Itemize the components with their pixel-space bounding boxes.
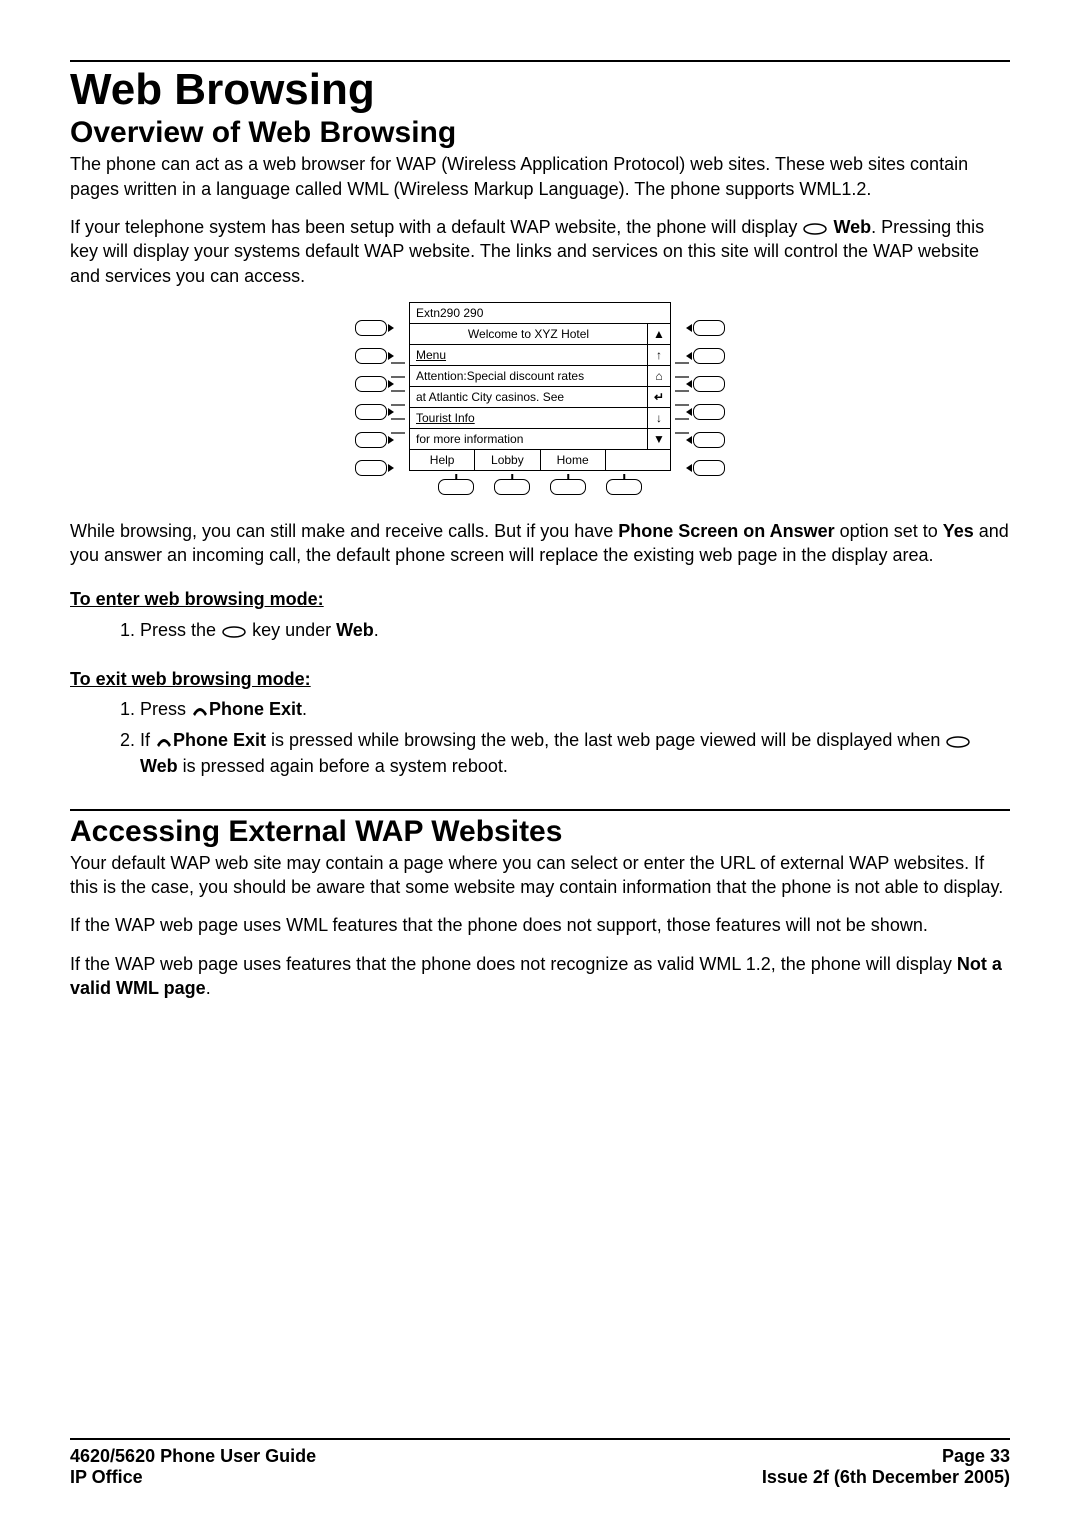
side-button-left bbox=[355, 320, 387, 336]
exit-heading: To exit web browsing mode: bbox=[70, 667, 1010, 691]
p3-a: While browsing, you can still make and r… bbox=[70, 521, 618, 541]
bottom-soft-buttons bbox=[409, 471, 671, 495]
p2-web: Web bbox=[833, 217, 871, 237]
enter-heading: To enter web browsing mode: bbox=[70, 587, 1010, 611]
side-button-right bbox=[693, 404, 725, 420]
p3-b: option set to bbox=[835, 521, 943, 541]
section2-heading: Accessing External WAP Websites bbox=[70, 815, 1010, 849]
enter-steps: Press the key under Web. bbox=[70, 618, 1010, 643]
phone-icon bbox=[191, 702, 209, 718]
side-button-left bbox=[355, 376, 387, 392]
scroll-page-up-icon: ▲ bbox=[648, 324, 670, 345]
screen-menu: Menu bbox=[410, 345, 647, 366]
side-button-right bbox=[693, 432, 725, 448]
screen-line1: Attention:Special discount rates bbox=[410, 366, 647, 387]
soft-button bbox=[550, 479, 586, 495]
exit-step-1: Press Phone Exit. bbox=[140, 697, 1010, 722]
soft-key-icon bbox=[221, 625, 247, 639]
left-side-buttons bbox=[355, 314, 387, 482]
screen-scrollbar: ▲ ↑ ⌂ ↵ ↓ ▼ bbox=[647, 324, 670, 449]
footer-left1: 4620/5620 Phone User Guide bbox=[70, 1446, 316, 1467]
side-button-right bbox=[693, 376, 725, 392]
soft-button bbox=[438, 479, 474, 495]
scroll-up-icon: ↑ bbox=[648, 345, 670, 366]
exit-steps: Press Phone Exit. If Phone Exit is press… bbox=[70, 697, 1010, 779]
page-title: Web Browsing bbox=[70, 66, 1010, 114]
softkey-lobby: Lobby bbox=[475, 450, 540, 470]
screen-title: Extn290 290 bbox=[410, 303, 670, 324]
enter-step-1: Press the key under Web. bbox=[140, 618, 1010, 643]
phone-diagram: Extn290 290 Welcome to XYZ Hotel Menu At… bbox=[70, 302, 1010, 495]
right-side-buttons bbox=[693, 314, 725, 482]
softkey-row: Help Lobby Home bbox=[410, 449, 670, 470]
footer-right1: Page 33 bbox=[762, 1446, 1010, 1467]
screen-line2: at Atlantic City casinos. See bbox=[410, 387, 647, 408]
softkey-home: Home bbox=[541, 450, 606, 470]
p2-a: If your telephone system has been setup … bbox=[70, 217, 802, 237]
side-button-left bbox=[355, 432, 387, 448]
scroll-page-down-icon: ▼ bbox=[648, 429, 670, 449]
softkey-blank bbox=[606, 450, 670, 470]
side-button-right bbox=[693, 460, 725, 476]
side-button-right bbox=[693, 320, 725, 336]
soft-button bbox=[606, 479, 642, 495]
screen-welcome: Welcome to XYZ Hotel bbox=[410, 324, 647, 345]
screen-more: for more information bbox=[410, 429, 647, 449]
back-icon: ↵ bbox=[648, 387, 670, 408]
p3-yes: Yes bbox=[943, 521, 974, 541]
footer-right2: Issue 2f (6th December 2005) bbox=[762, 1467, 1010, 1488]
page-footer: 4620/5620 Phone User Guide IP Office Pag… bbox=[70, 1438, 1010, 1488]
section1-p3: While browsing, you can still make and r… bbox=[70, 519, 1010, 568]
section2-p1: Your default WAP web site may contain a … bbox=[70, 851, 1010, 900]
phone-screen: Extn290 290 Welcome to XYZ Hotel Menu At… bbox=[409, 302, 671, 471]
soft-key-icon bbox=[945, 735, 971, 749]
home-icon: ⌂ bbox=[648, 366, 670, 387]
soft-key-icon bbox=[802, 222, 828, 236]
exit-step-2: If Phone Exit is pressed while browsing … bbox=[140, 728, 1010, 778]
scroll-down-icon: ↓ bbox=[648, 408, 670, 429]
section1-heading: Overview of Web Browsing bbox=[70, 116, 1010, 150]
side-button-left bbox=[355, 404, 387, 420]
section1-p2: If your telephone system has been setup … bbox=[70, 215, 1010, 288]
top-rule bbox=[70, 60, 1010, 62]
section1-p1: The phone can act as a web browser for W… bbox=[70, 152, 1010, 201]
section2-rule bbox=[70, 809, 1010, 811]
side-button-left bbox=[355, 348, 387, 364]
section2-p3: If the WAP web page uses features that t… bbox=[70, 952, 1010, 1001]
side-button-right bbox=[693, 348, 725, 364]
footer-left2: IP Office bbox=[70, 1467, 316, 1488]
phone-icon bbox=[155, 733, 173, 749]
side-button-left bbox=[355, 460, 387, 476]
softkey-help: Help bbox=[410, 450, 475, 470]
soft-button bbox=[494, 479, 530, 495]
screen-tourist: Tourist Info bbox=[410, 408, 647, 429]
section2-p2: If the WAP web page uses WML features th… bbox=[70, 913, 1010, 937]
p3-opt: Phone Screen on Answer bbox=[618, 521, 834, 541]
